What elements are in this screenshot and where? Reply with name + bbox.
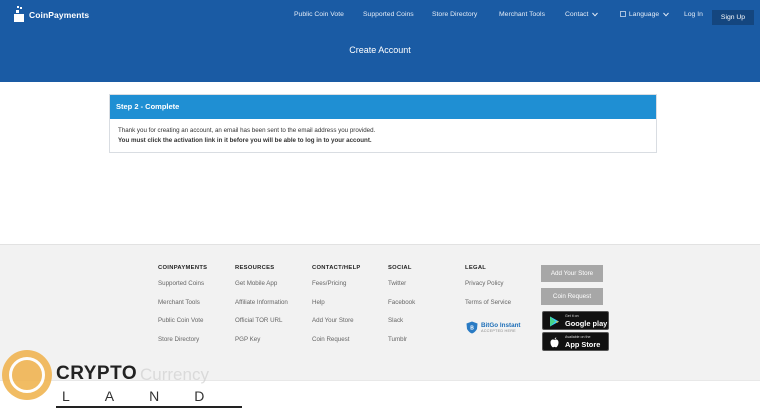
nav-contact[interactable]: Contact [565, 11, 599, 18]
footer-link-terms-of-service[interactable]: Terms of Service [465, 299, 511, 306]
google-play-big-text: Google play [565, 319, 608, 328]
cryptocurrency-land-watermark: CRYPTO Currency LAND [2, 350, 252, 410]
footer-heading: RESOURCES [235, 265, 275, 271]
footer-column-coinpayments: COINPAYMENTS Supported Coins Merchant To… [158, 265, 207, 354]
nav-store-directory[interactable]: Store Directory [432, 11, 477, 18]
confirmation-message: Thank you for creating an account, an em… [118, 127, 376, 134]
nav-supported-coins[interactable]: Supported Coins [363, 11, 414, 18]
footer-link-coin-request[interactable]: Coin Request [312, 336, 361, 343]
watermark-land: LAND [62, 388, 240, 404]
footer-link-tumblr[interactable]: Tumblr [388, 336, 415, 343]
panel-title: Step 2 - Complete [110, 95, 656, 119]
footer-heading: COINPAYMENTS [158, 265, 208, 271]
bitgo-text: BitGo Instant ACCEPTED HERE [481, 322, 521, 333]
chevron-down-icon [592, 12, 599, 17]
apple-icon [550, 337, 559, 348]
footer-column-resources: RESOURCES Get Mobile App Affiliate Infor… [235, 265, 288, 354]
add-your-store-button[interactable]: Add Your Store [541, 265, 603, 282]
svg-text:B: B [470, 326, 474, 332]
nav-log-in[interactable]: Log In [684, 11, 703, 18]
page-title: Create Account [349, 45, 411, 55]
footer-heading: LEGAL [465, 265, 487, 271]
panel-body: Thank you for creating an account, an em… [110, 119, 656, 146]
app-store-big-text: App Store [565, 340, 601, 349]
footer-link-facebook[interactable]: Facebook [388, 299, 415, 306]
footer-link-help[interactable]: Help [312, 299, 361, 306]
footer-heading: SOCIAL [388, 265, 412, 271]
footer-link-slack[interactable]: Slack [388, 317, 415, 324]
footer-link-fees-pricing[interactable]: Fees/Pricing [312, 280, 361, 287]
main-nav: Public Coin Vote Supported Coins Store D… [0, 11, 760, 25]
footer-column-legal: LEGAL Privacy Policy Terms of Service [465, 265, 511, 317]
nav-language-label: Language [628, 11, 660, 18]
footer-heading: CONTACT/HELP [312, 265, 361, 271]
google-play-icon [550, 316, 559, 327]
bitgo-shield-icon: B [466, 321, 478, 334]
watermark-crypto: CRYPTO [56, 363, 138, 384]
footer-link-pgp-key[interactable]: PGP Key [235, 336, 288, 343]
sign-up-button[interactable]: Sign Up [712, 10, 754, 25]
google-play-small-text: Get it on [565, 314, 579, 318]
footer-column-social: SOCIAL Twitter Facebook Slack Tumblr [388, 265, 415, 354]
app-store-small-text: Available on the [565, 335, 591, 339]
footer-link-store-directory[interactable]: Store Directory [158, 336, 207, 343]
activation-instructions: You must click the activation link in it… [118, 137, 372, 144]
footer-link-supported-coins[interactable]: Supported Coins [158, 280, 207, 287]
nav-public-coin-vote[interactable]: Public Coin Vote [294, 11, 344, 18]
step-complete-panel: Step 2 - Complete Thank you for creating… [109, 94, 657, 153]
footer-link-privacy-policy[interactable]: Privacy Policy [465, 280, 511, 287]
footer-column-contact-help: CONTACT/HELP Fees/Pricing Help Add Your … [312, 265, 361, 354]
globe-icon [620, 11, 626, 18]
footer-link-affiliate-information[interactable]: Affiliate Information [235, 299, 288, 306]
footer-link-twitter[interactable]: Twitter [388, 280, 415, 287]
site-header: CoinPayments Public Coin Vote Supported … [0, 0, 760, 82]
app-store-button[interactable]: Available on the App Store [542, 332, 609, 351]
watermark-underline [56, 406, 242, 408]
nav-language[interactable]: Language [620, 11, 669, 18]
bitgo-subtitle: ACCEPTED HERE [481, 329, 516, 333]
coin-logo-icon [2, 350, 52, 400]
bitgo-instant-badge[interactable]: B BitGo Instant ACCEPTED HERE [466, 321, 521, 334]
footer-link-public-coin-vote[interactable]: Public Coin Vote [158, 317, 207, 324]
footer-link-get-mobile-app[interactable]: Get Mobile App [235, 280, 288, 287]
google-play-button[interactable]: Get it on Google play [542, 311, 609, 330]
watermark-currency: Currency [140, 365, 209, 384]
footer-link-official-tor-url[interactable]: Official TOR URL [235, 317, 288, 324]
footer-link-merchant-tools[interactable]: Merchant Tools [158, 299, 207, 306]
coin-request-button[interactable]: Coin Request [541, 288, 603, 305]
chevron-down-icon [663, 12, 669, 17]
nav-contact-label: Contact [565, 11, 589, 18]
bitgo-title: BitGo Instant [481, 322, 521, 329]
nav-merchant-tools[interactable]: Merchant Tools [499, 11, 545, 18]
footer-link-add-your-store[interactable]: Add Your Store [312, 317, 361, 324]
